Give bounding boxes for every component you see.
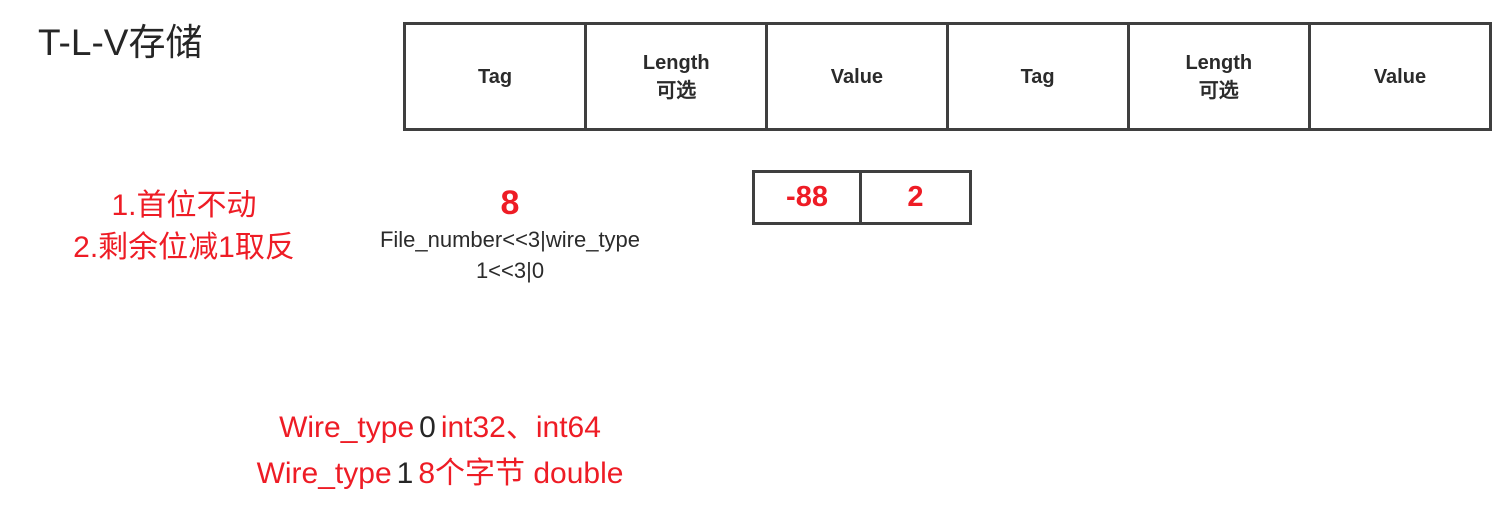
tlv-cell-tag-2: Tag (949, 25, 1130, 128)
zigzag-rules-note: 1.首位不动 2.剩余位减1取反 (34, 185, 334, 269)
wiretype-code: 1 (396, 457, 414, 490)
tlv-structure-table: Tag Length 可选 Value Tag Length 可选 Value (403, 22, 1492, 131)
tag-formula: File_number<<3|wire_type (379, 227, 641, 252)
wiretype-desc: 8个字节 double (418, 457, 624, 490)
wiretype-name: Wire_type (279, 411, 415, 444)
tag-value-number: 8 (500, 184, 520, 222)
zigzag-rule-2: 2.剩余位减1取反 (73, 231, 295, 264)
tlv-cell-label: Tag (1020, 65, 1055, 88)
tlv-cell-label: Length (642, 51, 710, 74)
tlv-cell-value-2: Value (1311, 25, 1489, 128)
tlv-cell-label: Value (1373, 65, 1427, 88)
tag-example-group: 8 File_number<<3|wire_type 1<<3|0 (350, 182, 670, 286)
encoded-value-cell-2: 2 (907, 181, 924, 213)
page-title: T-L-V存储 (38, 22, 203, 63)
tlv-cell-sublabel: 可选 (656, 79, 697, 102)
tlv-cell-length-1: Length 可选 (587, 25, 769, 128)
wiretype-legend-line-0: Wire_type 0 int32、int64 (140, 405, 740, 451)
wiretype-legend-line-1: Wire_type 1 8个字节 double (140, 451, 740, 497)
tag-formula-computation: 1<<3|0 (475, 258, 545, 283)
wiretype-name: Wire_type (256, 457, 392, 490)
tlv-cell-value-1: Value (768, 25, 949, 128)
encoded-value-cell-1: -88 (755, 173, 862, 222)
wiretype-code: 0 (419, 411, 436, 444)
zigzag-rule-1: 1.首位不动 (111, 189, 257, 222)
tlv-cell-tag-1: Tag (406, 25, 588, 128)
tlv-cell-label: Value (830, 65, 884, 88)
tlv-cell-sublabel: 可选 (1198, 79, 1239, 102)
tlv-cell-length-2: Length 可选 (1130, 25, 1311, 128)
encoded-value-boxes: -88 2 (752, 170, 972, 225)
wiretype-desc: int32、int64 (440, 411, 601, 444)
wiretype-legend: Wire_type 0 int32、int64 Wire_type 1 8个字节 dou… (140, 405, 740, 497)
tlv-cell-label: Tag (478, 65, 513, 88)
tlv-cell-label: Length (1185, 51, 1253, 74)
